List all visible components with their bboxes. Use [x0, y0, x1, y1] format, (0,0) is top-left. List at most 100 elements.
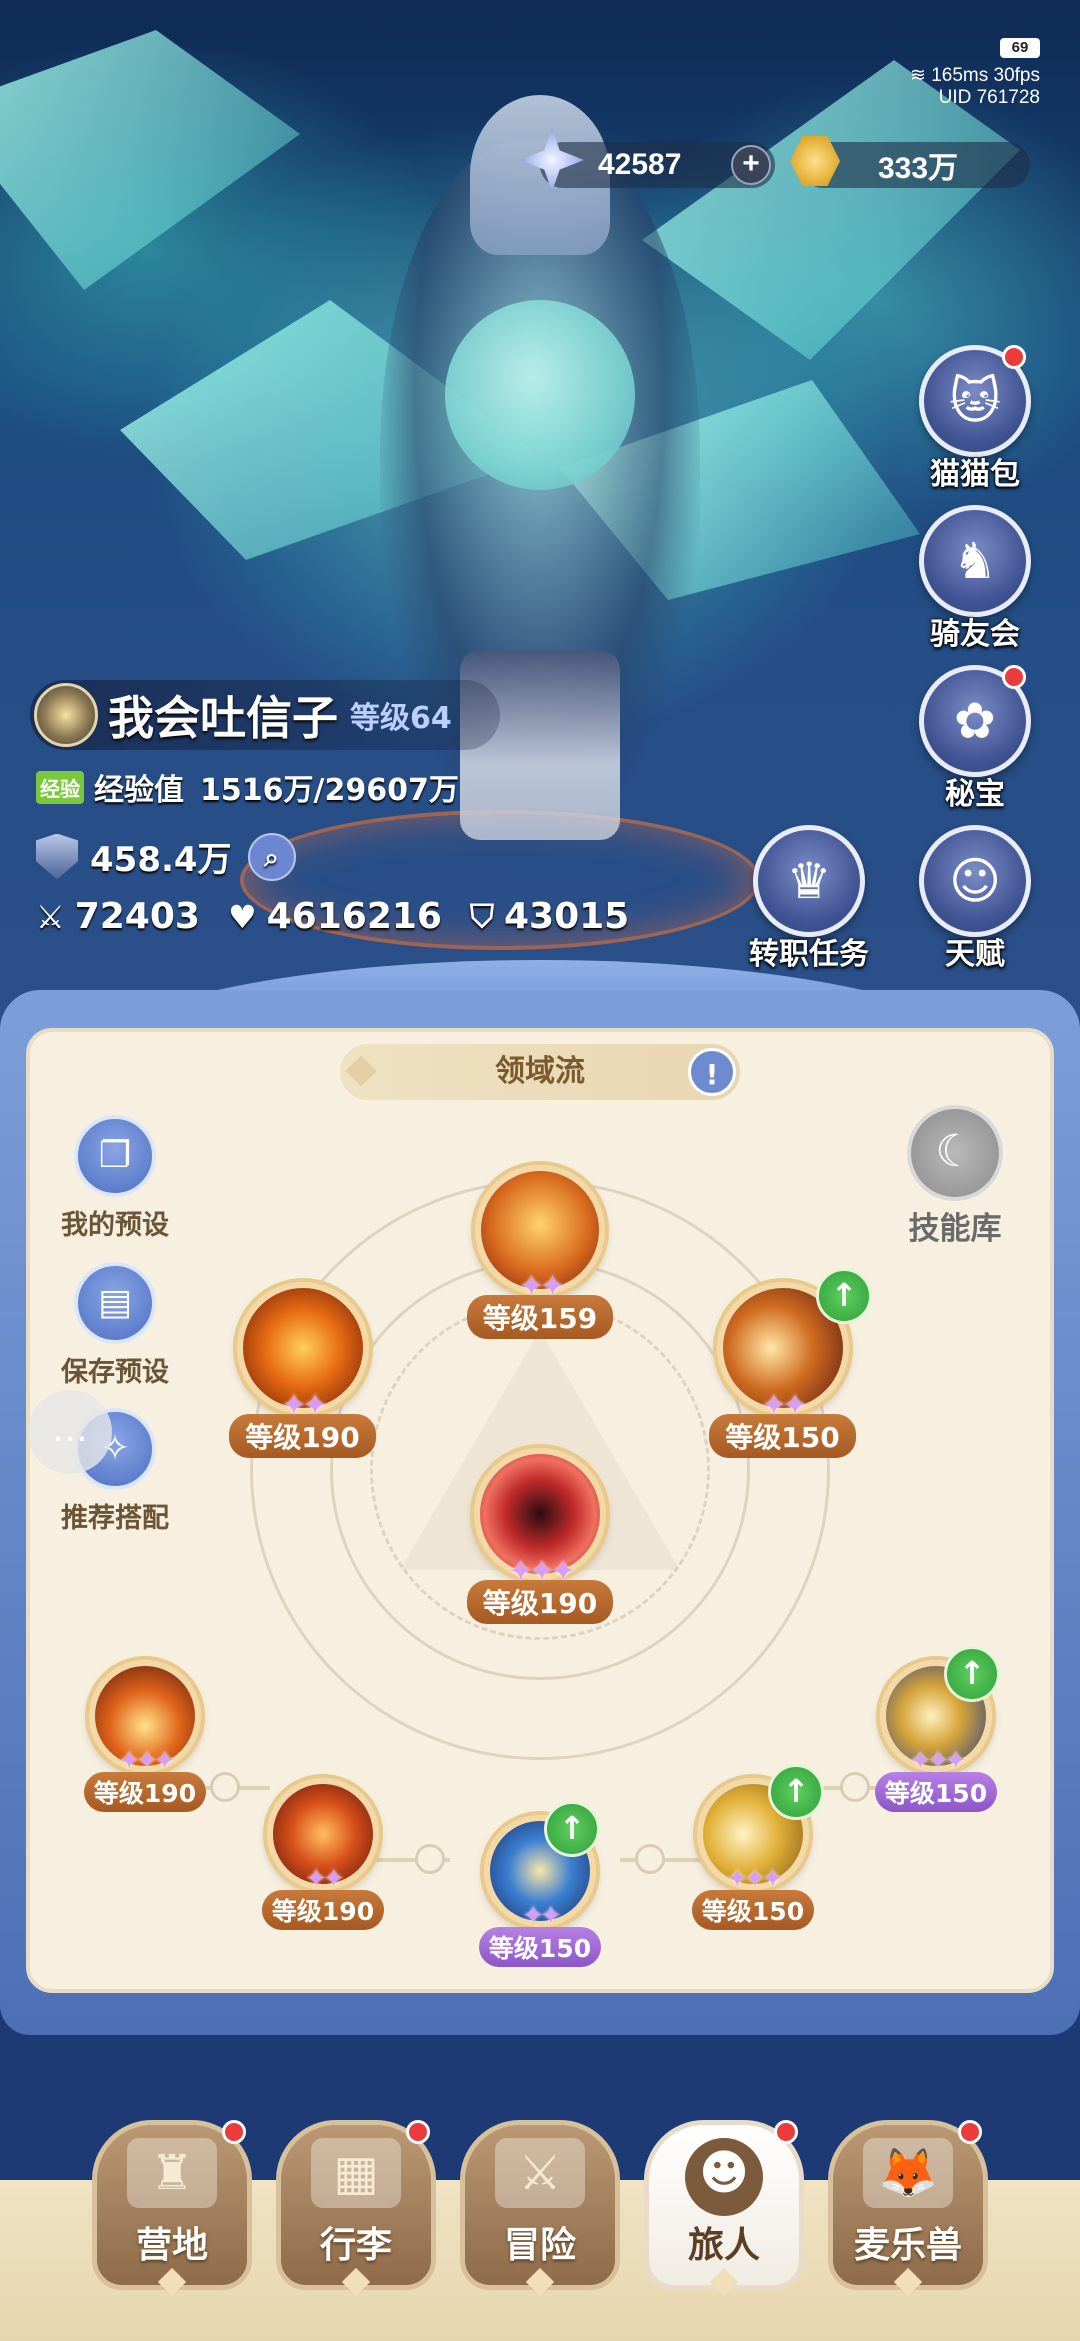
- info-book-icon[interactable]: !: [688, 1048, 736, 1096]
- skill-slot[interactable]: ✦✦✦ 等级150 ↑: [868, 1646, 1004, 1812]
- battery-indicator: 69: [1000, 38, 1040, 58]
- skill-slot[interactable]: ✦✦ 等级150 ↑: [472, 1801, 608, 1967]
- upgrade-arrow-icon[interactable]: ↑: [816, 1268, 872, 1324]
- nav-label: 行李: [319, 2225, 392, 2266]
- side-label: 天赋: [945, 937, 1005, 972]
- upgrade-arrow-icon[interactable]: ↑: [544, 1801, 600, 1857]
- skill-stars: ✦✦✦: [118, 1746, 175, 1776]
- gold-currency: 333万: [790, 136, 1030, 188]
- character-legs: [460, 650, 620, 840]
- side-label: 猫猫包: [930, 457, 1020, 492]
- skill-slot[interactable]: ✦✦✦ 等级190: [80, 1660, 210, 1812]
- skill-stars: ✦✦: [518, 1269, 565, 1304]
- swords-icon: ⚔: [36, 897, 65, 936]
- nav-luggage[interactable]: ▦ 行李: [276, 2120, 436, 2297]
- power-row: 458.4万 ⌕: [36, 832, 296, 881]
- my-presets-button[interactable]: ❐ 我的预设: [45, 1115, 185, 1242]
- exp-value: 1516万/29607万: [200, 773, 459, 808]
- side-btn-rider-club[interactable]: ♞ 骑友会: [910, 505, 1040, 653]
- connector-node: [415, 1844, 445, 1874]
- backpack-icon: ▦: [311, 2138, 401, 2208]
- exp-label: 经验值: [94, 773, 184, 808]
- skill-level: 等级190: [261, 1890, 385, 1930]
- skill-slot[interactable]: ✦✦✦ 等级150 ↑: [688, 1764, 824, 1930]
- character-head: [445, 300, 635, 490]
- gold-amount: 333万: [878, 152, 959, 185]
- skill-slot[interactable]: ✦✦ 等级190: [220, 1282, 385, 1458]
- talent-head-icon: ☺: [919, 825, 1031, 937]
- tool-label: 保存预设: [61, 1357, 169, 1388]
- exp-tag: 经验: [36, 770, 84, 804]
- skill-slot[interactable]: ✦✦✦ 等级190: [455, 1448, 625, 1624]
- nav-traveler[interactable]: ☻ 旅人: [644, 2120, 804, 2297]
- skill-slot[interactable]: ✦✦ 等级159: [460, 1165, 620, 1339]
- add-gems-button[interactable]: +: [731, 145, 771, 185]
- upgrade-arrow-icon[interactable]: ↑: [944, 1646, 1000, 1702]
- skill-stars: ✦✦: [761, 1388, 807, 1423]
- skill-stars: ✦✦: [305, 1864, 345, 1894]
- player-name-bar[interactable]: 我会吐信子 等级64: [30, 680, 500, 750]
- upgrade-arrow-icon[interactable]: ↑: [768, 1764, 824, 1820]
- crystal-effect: [0, 30, 300, 290]
- nav-melo-beast[interactable]: 🦊 麦乐兽: [828, 2120, 988, 2297]
- notification-dot: [774, 2120, 798, 2144]
- shield-icon: ⛉: [469, 897, 494, 935]
- gem-currency: 42587 +: [520, 128, 775, 192]
- connector-node: [840, 1772, 870, 1802]
- side-btn-talent[interactable]: ☺ 天赋: [910, 825, 1040, 973]
- skill-library-icon: ☾: [907, 1105, 1003, 1201]
- tool-label: 我的预设: [61, 1210, 169, 1241]
- gem-amount: 42587: [598, 148, 682, 181]
- hp-stat: ♥ 4616216: [228, 896, 442, 937]
- side-label: 转职任务: [749, 937, 869, 972]
- swords-icon: ⚔: [495, 2138, 585, 2208]
- ping: 165ms: [931, 65, 989, 86]
- hp-value: 4616216: [266, 896, 442, 937]
- skill-level: 等级150: [874, 1772, 998, 1812]
- stats-row: ⚔ 72403 ♥ 4616216 ⛉ 43015: [36, 896, 657, 937]
- notification-dot: [222, 2120, 246, 2144]
- save-preset-button[interactable]: ▤ 保存预设: [45, 1262, 185, 1389]
- connector-node: [635, 1844, 665, 1874]
- heart-icon: ♥: [227, 897, 257, 936]
- fox-icon: 🦊: [863, 2138, 953, 2208]
- diamond-icon: [345, 1055, 377, 1087]
- skill-level: 等级190: [83, 1772, 207, 1812]
- nav-camp[interactable]: ♜ 营地: [92, 2120, 252, 2297]
- nav-label: 旅人: [687, 2225, 760, 2266]
- status-area: 69 ≋ 165ms 30fps UID 761728: [890, 38, 1040, 109]
- nav-label: 营地: [135, 2225, 208, 2266]
- skill-slot[interactable]: ✦✦ 等级150 ↑: [700, 1268, 872, 1458]
- fps: 30fps: [993, 65, 1040, 86]
- side-btn-treasure[interactable]: ✿ 秘宝: [910, 665, 1040, 813]
- exp-row: 经验 经验值 1516万/29607万: [36, 765, 459, 809]
- attack-value: 72403: [74, 896, 200, 937]
- skill-stars: ✦✦✦: [726, 1864, 783, 1894]
- notification-dot: [958, 2120, 982, 2144]
- connector-node: [210, 1772, 240, 1802]
- skill-stars: ✦✦: [522, 1901, 562, 1931]
- defense-stat: ⛉ 43015: [470, 896, 629, 937]
- nav-adventure[interactable]: ⚔ 冒险: [460, 2120, 620, 2297]
- cards-icon: ❐: [74, 1115, 156, 1197]
- power-shield-icon: [36, 833, 78, 880]
- skill-library-button[interactable]: ☾ 技能库: [890, 1105, 1020, 1248]
- skill-stars: ✦✦: [281, 1388, 327, 1423]
- side-label: 骑友会: [930, 617, 1020, 652]
- power-value: 458.4万: [90, 840, 232, 880]
- build-name-tab[interactable]: 领域流 !: [340, 1044, 740, 1100]
- chat-bubble-icon[interactable]: …: [28, 1390, 112, 1474]
- skill-slot[interactable]: ✦✦ 等级190: [258, 1778, 388, 1930]
- side-btn-job-quest[interactable]: ♛ 转职任务: [744, 825, 874, 973]
- save-icon: ▤: [74, 1262, 156, 1344]
- horse-icon: ♞: [919, 505, 1031, 617]
- skill-stars: ✦✦✦: [909, 1746, 966, 1776]
- skill-level: 等级150: [478, 1927, 602, 1967]
- notification-dot: [406, 2120, 430, 2144]
- skill-stars: ✦✦✦: [508, 1554, 575, 1589]
- search-icon[interactable]: ⌕: [247, 832, 296, 881]
- traveler-icon: ☻: [685, 2138, 763, 2216]
- uid: UID 761728: [938, 87, 1040, 108]
- side-btn-cat-bag[interactable]: 🐱 猫猫包: [910, 345, 1040, 493]
- castle-icon: ♜: [127, 2138, 217, 2208]
